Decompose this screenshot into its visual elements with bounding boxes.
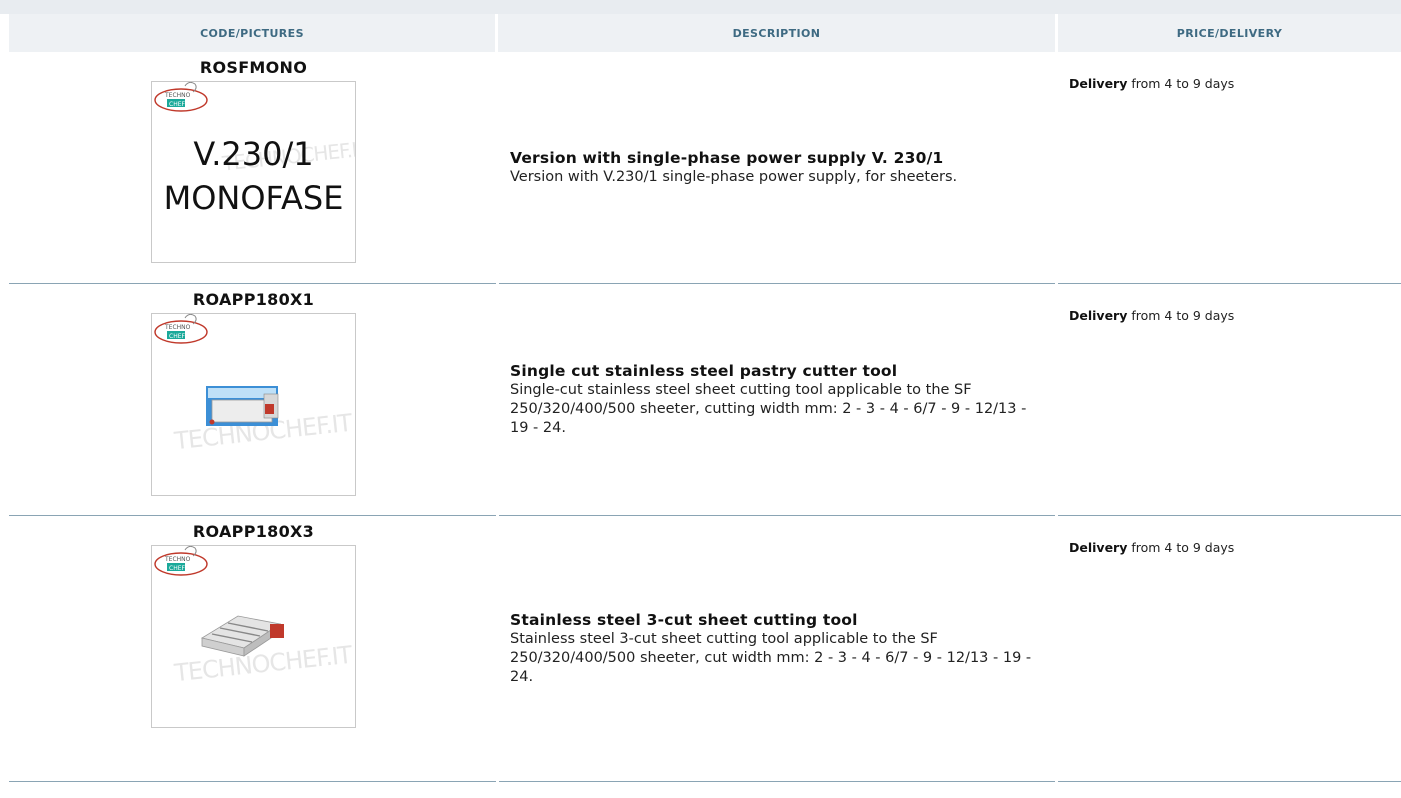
technochef-logo-icon: TECHNO CHEF (154, 82, 208, 112)
code-pictures-cell: ROAPP180X1 TECHNO CHEF TECHNOCHEF.IT (9, 284, 498, 516)
table-row: ROAPP180X1 TECHNO CHEF TECHNOCHEF.IT Sin… (9, 284, 1401, 516)
description-cell: Single cut stainless steel pastry cutter… (498, 284, 1058, 516)
svg-text:CHEF: CHEF (169, 101, 185, 108)
product-code[interactable]: ROAPP180X3 (9, 522, 498, 541)
svg-text:TECHNO: TECHNO (164, 92, 191, 99)
description-title: Single cut stainless steel pastry cutter… (510, 362, 898, 380)
single-cut-tool-image[interactable]: TECHNO CHEF TECHNOCHEF.IT (151, 313, 356, 496)
table-header: CODE/PICTURES DESCRIPTION PRICE/DELIVERY (9, 14, 1401, 52)
voltage-label-image[interactable]: TECHNO CHEF TECHNOCHEF.IT V.230/1 MONOFA… (151, 81, 356, 263)
description-text: Single-cut stainless steel sheet cutting… (510, 382, 1027, 436)
description-text: Version with V.230/1 single-phase power … (510, 169, 958, 185)
product-code[interactable]: ROAPP180X1 (9, 290, 498, 309)
price-delivery-cell: Delivery from 4 to 9 days (1058, 52, 1401, 284)
description-title: Stainless steel 3-cut sheet cutting tool (510, 611, 858, 629)
three-cut-tool-icon (200, 615, 284, 657)
delivery-days: from 4 to 9 days (1127, 308, 1235, 323)
product-table: CODE/PICTURES DESCRIPTION PRICE/DELIVERY… (9, 14, 1401, 782)
delivery-info: Delivery from 4 to 9 days (1058, 284, 1401, 323)
description-block: Single cut stainless steel pastry cutter… (498, 362, 1058, 438)
description-block: Version with single-phase power supply V… (498, 149, 975, 187)
delivery-days: from 4 to 9 days (1127, 540, 1235, 555)
code-pictures-cell: ROSFMONO TECHNO CHEF TECHNOCHEF.IT V.230… (9, 52, 498, 284)
table-row: ROSFMONO TECHNO CHEF TECHNOCHEF.IT V.230… (9, 52, 1401, 284)
table-row: ROAPP180X3 TECHNO CHEF TECHNOCHEF.IT Sta… (9, 516, 1401, 782)
description-text: Stainless steel 3-cut sheet cutting tool… (510, 631, 1032, 685)
price-delivery-cell: Delivery from 4 to 9 days (1058, 284, 1401, 516)
single-cut-tool-icon (206, 386, 279, 426)
delivery-days: from 4 to 9 days (1127, 76, 1235, 91)
delivery-label: Delivery (1069, 540, 1128, 555)
delivery-label: Delivery (1069, 308, 1128, 323)
product-code[interactable]: ROSFMONO (9, 58, 498, 77)
header-description[interactable]: DESCRIPTION (498, 14, 1055, 52)
header-code-pictures[interactable]: CODE/PICTURES (9, 14, 495, 52)
image-text-monofase: MONOFASE (163, 179, 344, 217)
delivery-label: Delivery (1069, 76, 1128, 91)
delivery-info: Delivery from 4 to 9 days (1058, 516, 1401, 555)
description-title: Version with single-phase power supply V… (510, 149, 944, 167)
header-price-delivery[interactable]: PRICE/DELIVERY (1058, 14, 1401, 52)
description-cell: Stainless steel 3-cut sheet cutting tool… (498, 516, 1058, 782)
three-cut-tool-image[interactable]: TECHNO CHEF TECHNOCHEF.IT (151, 545, 356, 728)
price-delivery-cell: Delivery from 4 to 9 days (1058, 516, 1401, 782)
description-block: Stainless steel 3-cut sheet cutting tool… (498, 611, 1058, 687)
top-bar (0, 0, 1401, 14)
delivery-info: Delivery from 4 to 9 days (1058, 52, 1401, 91)
image-text-voltage: V.230/1 (193, 135, 314, 173)
code-pictures-cell: ROAPP180X3 TECHNO CHEF TECHNOCHEF.IT (9, 516, 498, 782)
description-cell: Version with single-phase power supply V… (498, 52, 1058, 284)
row-divider (9, 781, 1401, 782)
